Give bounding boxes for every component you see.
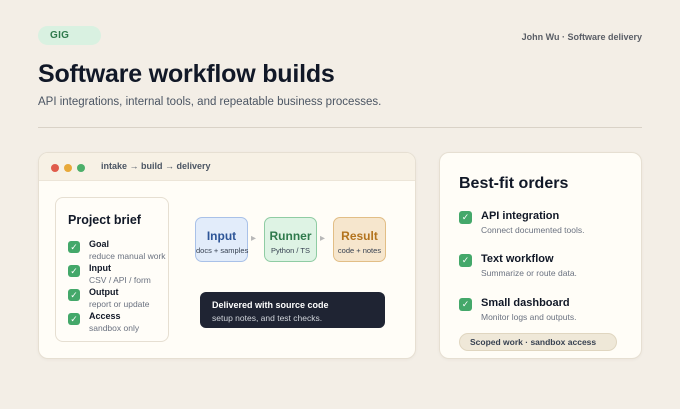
order-description: Monitor logs and outputs.	[481, 312, 577, 322]
check-icon: ✓	[68, 265, 80, 277]
project-brief-card: Project brief ✓ Goal reduce manual work …	[55, 197, 169, 342]
order-label: Small dashboard	[481, 297, 570, 309]
best-fit-orders-card: Best-fit orders ✓ API integration Connec…	[439, 152, 642, 359]
header-divider	[38, 127, 642, 128]
brief-label: Input	[89, 263, 111, 273]
brief-value: CSV / API / form	[89, 275, 151, 285]
order-label: Text workflow	[481, 253, 554, 265]
check-icon: ✓	[68, 241, 80, 253]
scope-pill: Scoped work · sandbox access	[459, 333, 617, 351]
order-description: Summarize or route data.	[481, 268, 577, 278]
arrow-right-icon: ▸	[320, 233, 326, 244]
page-subtitle: API integrations, internal tools, and re…	[38, 96, 382, 108]
flow-node-runner: Runner Python / TS	[264, 217, 317, 262]
window-titlebar: intake → build → delivery	[39, 153, 415, 181]
workflow-window: intake → build → delivery Project brief …	[38, 152, 416, 359]
brief-label: Goal	[89, 239, 110, 249]
brief-value: sandbox only	[89, 323, 140, 333]
flow-node-subtitle: code + notes	[337, 246, 382, 255]
orders-title: Best-fit orders	[459, 175, 569, 192]
page-title: Software workflow builds	[38, 60, 335, 88]
flow-node-result: Result code + notes	[333, 217, 386, 262]
check-icon: ✓	[459, 254, 472, 267]
brief-label: Output	[89, 287, 119, 297]
maximize-window-dot-icon[interactable]	[77, 164, 85, 172]
author-byline: John Wu · Software delivery	[521, 32, 642, 42]
delivered-subtitle: setup notes, and test checks.	[212, 313, 323, 323]
flow-node-input: Input docs + samples	[195, 217, 248, 262]
delivered-title: Delivered with source code	[212, 300, 329, 310]
flow-node-title: Runner	[269, 229, 312, 243]
brief-value: report or update	[89, 299, 150, 309]
delivered-panel: Delivered with source code setup notes, …	[200, 292, 385, 328]
check-icon: ✓	[68, 289, 80, 301]
minimize-window-dot-icon[interactable]	[64, 164, 72, 172]
flow-node-title: Input	[206, 229, 237, 243]
gig-badge: GIG	[38, 26, 101, 45]
arrow-right-icon: ▸	[251, 233, 257, 244]
flow-node-subtitle: Python / TS	[270, 246, 311, 255]
check-icon: ✓	[459, 211, 472, 224]
check-icon: ✓	[459, 298, 472, 311]
project-brief-title: Project brief	[68, 213, 141, 227]
window-path-label: intake → build → delivery	[101, 161, 211, 171]
brief-value: reduce manual work	[89, 251, 166, 261]
brief-label: Access	[89, 311, 121, 321]
order-description: Connect documented tools.	[481, 225, 585, 235]
flow-node-title: Result	[341, 229, 378, 243]
flow-node-subtitle: docs + samples	[196, 246, 249, 255]
order-label: API integration	[481, 210, 560, 222]
close-window-dot-icon[interactable]	[51, 164, 59, 172]
check-icon: ✓	[68, 313, 80, 325]
